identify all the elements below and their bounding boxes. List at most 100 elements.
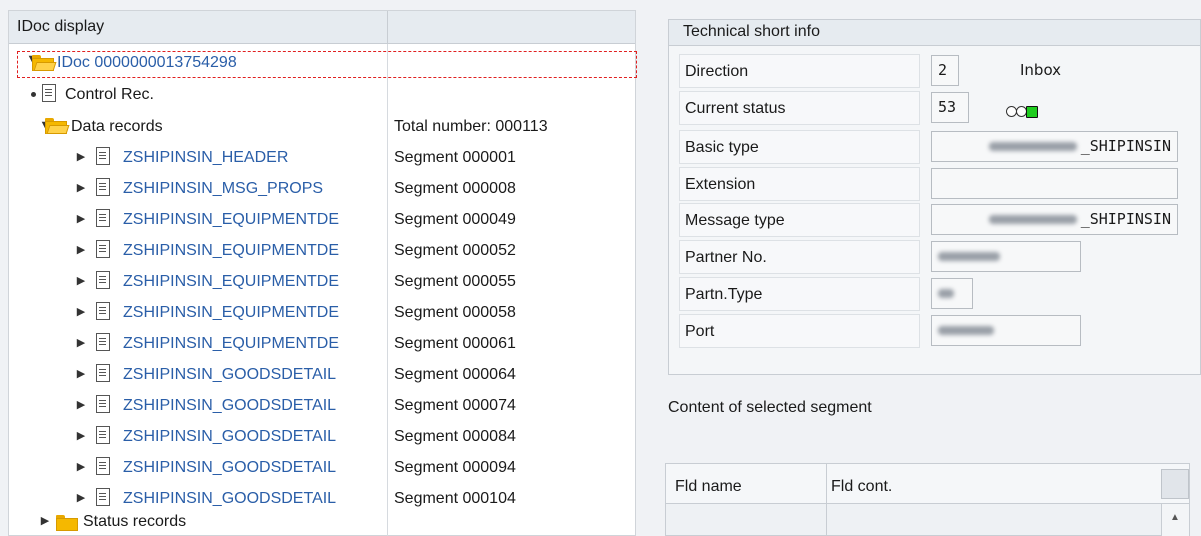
tree-node-segment[interactable]: ▶ ZSHIPINSIN_MSG_PROPS Segment 000008	[9, 174, 635, 204]
document-icon	[96, 147, 110, 165]
segment-number: Segment 000052	[394, 242, 516, 259]
direction-field[interactable]: 2	[931, 55, 959, 86]
tree-node-segment[interactable]: ▶ ZSHIPINSIN_GOODSDETAIL Segment 000094	[9, 453, 635, 483]
tree-node-segment[interactable]: ▶ ZSHIPINSIN_GOODSDETAIL Segment 000074	[9, 391, 635, 421]
collapse-arrow-icon[interactable]: ▶	[75, 305, 87, 318]
direction-text: Inbox	[1020, 61, 1062, 79]
control-rec-label[interactable]: Control Rec.	[65, 86, 154, 104]
current-status-field[interactable]: 53	[931, 92, 969, 123]
redacted-prefix	[988, 142, 1077, 151]
tree-node-idoc[interactable]: ▼ IDoc 0000000013754298	[9, 49, 637, 79]
message-type-value: _SHIPINSIN	[1080, 210, 1171, 228]
segment-name[interactable]: ZSHIPINSIN_MSG_PROPS	[123, 180, 323, 198]
tree-node-status-records[interactable]: ▶ Status records	[9, 507, 635, 536]
collapse-arrow-icon[interactable]: ▶	[75, 336, 87, 349]
collapse-arrow-icon[interactable]: ▶	[75, 243, 87, 256]
tree-node-segment[interactable]: ▶ ZSHIPINSIN_EQUIPMENTDE Segment 000052	[9, 236, 635, 266]
segment-name[interactable]: ZSHIPINSIN_EQUIPMENTDE	[123, 242, 339, 260]
segment-number: Segment 000008	[394, 180, 516, 197]
tree-node-segment[interactable]: ▶ ZSHIPINSIN_GOODSDETAIL Segment 000064	[9, 360, 635, 390]
collapse-arrow-icon[interactable]: ▶	[75, 150, 87, 163]
table-settings-button[interactable]	[1161, 469, 1189, 499]
segment-number: Segment 000058	[394, 304, 516, 321]
open-folder-icon	[45, 118, 70, 134]
tree-header-title: IDoc display	[17, 18, 105, 35]
folder-icon	[56, 515, 78, 531]
tree-node-segment[interactable]: ▶ ZSHIPINSIN_EQUIPMENTDE Segment 000061	[9, 329, 635, 359]
segment-table-header: Fld name Fld cont.	[666, 464, 1189, 536]
port-field[interactable]	[931, 315, 1081, 346]
message-type-row: Message type _SHIPINSIN	[669, 203, 1200, 239]
idoc-number-label[interactable]: IDoc 0000000013754298	[57, 54, 237, 72]
document-icon	[96, 364, 110, 382]
segment-name[interactable]: ZSHIPINSIN_EQUIPMENTDE	[123, 304, 339, 322]
data-records-total: Total number: 000113	[394, 118, 548, 135]
segment-name[interactable]: ZSHIPINSIN_GOODSDETAIL	[123, 459, 336, 477]
document-icon	[96, 333, 110, 351]
extension-label-cell: Extension	[679, 167, 920, 201]
document-icon	[96, 488, 110, 506]
vertical-scrollbar[interactable]: ▲	[1161, 504, 1189, 536]
status-records-label[interactable]: Status records	[83, 513, 186, 531]
document-icon	[42, 84, 56, 102]
segment-name[interactable]: ZSHIPINSIN_HEADER	[123, 149, 288, 167]
data-records-label[interactable]: Data records	[71, 118, 163, 136]
collapse-arrow-icon[interactable]: ▶	[75, 491, 87, 504]
segment-content-title: Content of selected segment	[668, 399, 872, 416]
collapse-arrow-icon[interactable]: ▶	[75, 460, 87, 473]
header-column-divider[interactable]	[387, 11, 388, 44]
segment-name[interactable]: ZSHIPINSIN_GOODSDETAIL	[123, 428, 336, 446]
document-icon	[96, 178, 110, 196]
tree-node-data-records[interactable]: ▼ Data records Total number: 000113	[9, 112, 635, 142]
tree-node-segment[interactable]: ▶ ZSHIPINSIN_EQUIPMENTDE Segment 000049	[9, 205, 635, 235]
partn-type-label-cell: Partn.Type	[679, 277, 920, 311]
segment-number: Segment 000104	[394, 490, 516, 507]
segment-number: Segment 000049	[394, 211, 516, 228]
collapse-arrow-icon[interactable]: ▶	[75, 181, 87, 194]
segment-number: Segment 000094	[394, 459, 516, 476]
tree-node-segment[interactable]: ▶ ZSHIPINSIN_EQUIPMENTDE Segment 000055	[9, 267, 635, 297]
extension-field[interactable]	[931, 168, 1178, 199]
segment-name[interactable]: ZSHIPINSIN_EQUIPMENTDE	[123, 335, 339, 353]
segment-number: Segment 000061	[394, 335, 516, 352]
collapse-arrow-icon[interactable]: ▶	[75, 212, 87, 225]
collapse-arrow-icon[interactable]: ▶	[75, 429, 87, 442]
partner-no-label-cell: Partner No.	[679, 240, 920, 274]
basic-type-field[interactable]: _SHIPINSIN	[931, 131, 1178, 162]
message-type-field[interactable]: _SHIPINSIN	[931, 204, 1178, 235]
segment-number: Segment 000084	[394, 428, 516, 445]
column-header-fld-name[interactable]: Fld name	[675, 478, 742, 496]
document-icon	[96, 395, 110, 413]
segment-name[interactable]: ZSHIPINSIN_EQUIPMENTDE	[123, 273, 339, 291]
collapse-arrow-icon[interactable]: ▶	[75, 398, 87, 411]
collapse-arrow-icon[interactable]: ▶	[39, 514, 51, 527]
document-icon	[96, 302, 110, 320]
segment-name[interactable]: ZSHIPINSIN_GOODSDETAIL	[123, 397, 336, 415]
tree-node-segment[interactable]: ▶ ZSHIPINSIN_GOODSDETAIL Segment 000084	[9, 422, 635, 452]
partner-no-row: Partner No.	[669, 240, 1200, 276]
document-icon	[96, 457, 110, 475]
tree-node-control-rec[interactable]: Control Rec.	[9, 80, 635, 110]
basic-type-value: _SHIPINSIN	[1080, 137, 1171, 155]
extension-label: Extension	[685, 176, 756, 193]
collapse-arrow-icon[interactable]: ▶	[75, 367, 87, 380]
tree-node-segment[interactable]: ▶ ZSHIPINSIN_EQUIPMENTDE Segment 000058	[9, 298, 635, 328]
segment-name[interactable]: ZSHIPINSIN_GOODSDETAIL	[123, 490, 336, 508]
basic-type-row: Basic type _SHIPINSIN	[669, 130, 1200, 166]
partner-no-field[interactable]	[931, 241, 1081, 272]
leaf-bullet-icon	[31, 92, 36, 97]
collapse-arrow-icon[interactable]: ▶	[75, 274, 87, 287]
segment-name[interactable]: ZSHIPINSIN_EQUIPMENTDE	[123, 211, 339, 229]
segment-name[interactable]: ZSHIPINSIN_GOODSDETAIL	[123, 366, 336, 384]
redacted-value	[938, 326, 994, 335]
redacted-value	[938, 289, 954, 298]
current-status-label: Current status	[685, 100, 786, 117]
document-icon	[96, 271, 110, 289]
document-icon	[96, 209, 110, 227]
tree-node-segment[interactable]: ▶ ZSHIPINSIN_HEADER Segment 000001	[9, 143, 635, 173]
column-header-fld-cont[interactable]: Fld cont.	[831, 478, 892, 496]
scroll-up-icon[interactable]: ▲	[1170, 512, 1180, 523]
partn-type-field[interactable]	[931, 278, 973, 309]
current-status-row: Current status 53	[669, 91, 1200, 127]
idoc-tree-panel: IDoc display ▼ IDoc 0000000013754298 Con…	[8, 10, 637, 536]
